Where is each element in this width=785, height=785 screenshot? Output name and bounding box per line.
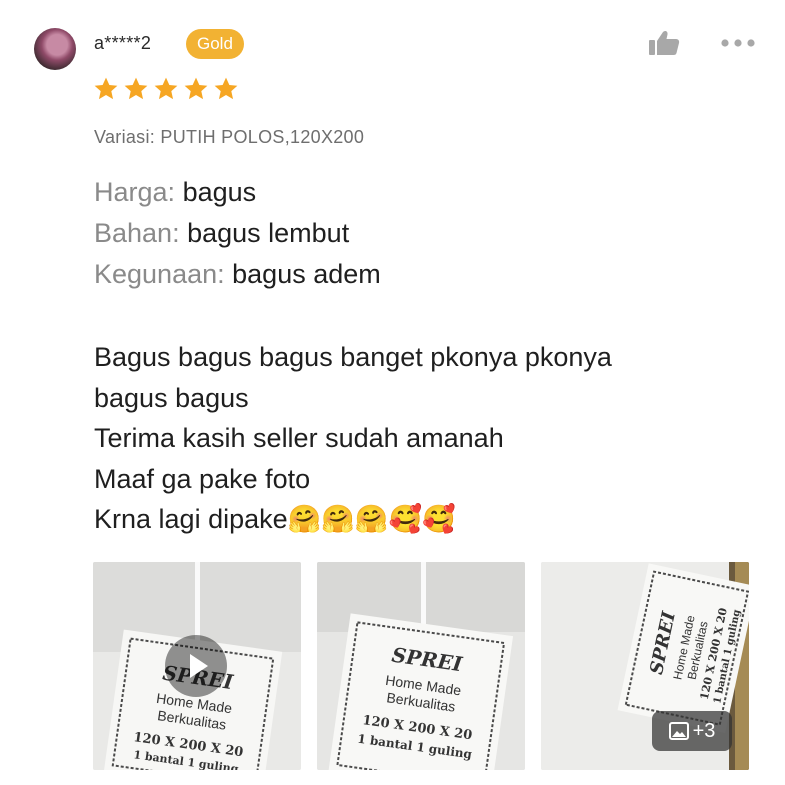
attribute-key: Kegunaan: (94, 259, 225, 289)
attribute-value: bagus adem (232, 259, 381, 289)
image-icon (668, 722, 689, 740)
attribute-row-usage: Kegunaan: bagus adem (94, 259, 381, 290)
review-line: bagus bagus (94, 382, 249, 413)
review-line: Krna lagi dipake🤗🤗🤗🥰🥰 (94, 504, 456, 534)
variation-label: Variasi: PUTIH POLOS,120X200 (94, 127, 365, 147)
star-icon (124, 77, 148, 100)
gold-badge: Gold (186, 29, 244, 59)
review-photo[interactable]: SPREI Home Made Berkualitas 120 X 200 X … (541, 562, 749, 770)
attribute-value: bagus lembut (187, 218, 350, 248)
attribute-key: Harga: (94, 177, 176, 207)
review-line: Terima kasih seller sudah amanah (94, 423, 504, 453)
review-video-thumbnail[interactable]: SPREI Home Made Berkualitas 120 X 200 X … (93, 562, 301, 770)
review-text: Bagus bagus bagus banget pkonya pkonya b… (94, 337, 754, 540)
review-line: Bagus bagus bagus banget pkonya pkonya (94, 342, 612, 372)
more-dots-icon[interactable] (720, 38, 756, 48)
thumbs-up-icon[interactable] (648, 30, 680, 56)
star-icon (94, 77, 118, 100)
more-photos-count: +3 (692, 719, 716, 742)
review-photo[interactable]: SPREI Home Made Berkualitas 120 X 200 X … (317, 562, 525, 770)
reviewer-name: a*****2 (94, 33, 152, 53)
attribute-row-price: Harga: bagus (94, 177, 256, 208)
star-rating (93, 76, 239, 102)
more-photos-button[interactable]: +3 (652, 711, 732, 751)
play-icon[interactable] (165, 635, 227, 697)
star-icon (154, 77, 178, 100)
star-icon (184, 77, 208, 100)
star-icon (214, 77, 238, 100)
attribute-key: Bahan: (94, 218, 180, 248)
attribute-value: bagus (182, 177, 257, 207)
attribute-row-material: Bahan: bagus lembut (94, 218, 349, 249)
avatar[interactable] (34, 28, 76, 70)
review-line: Maaf ga pake foto (94, 463, 311, 494)
